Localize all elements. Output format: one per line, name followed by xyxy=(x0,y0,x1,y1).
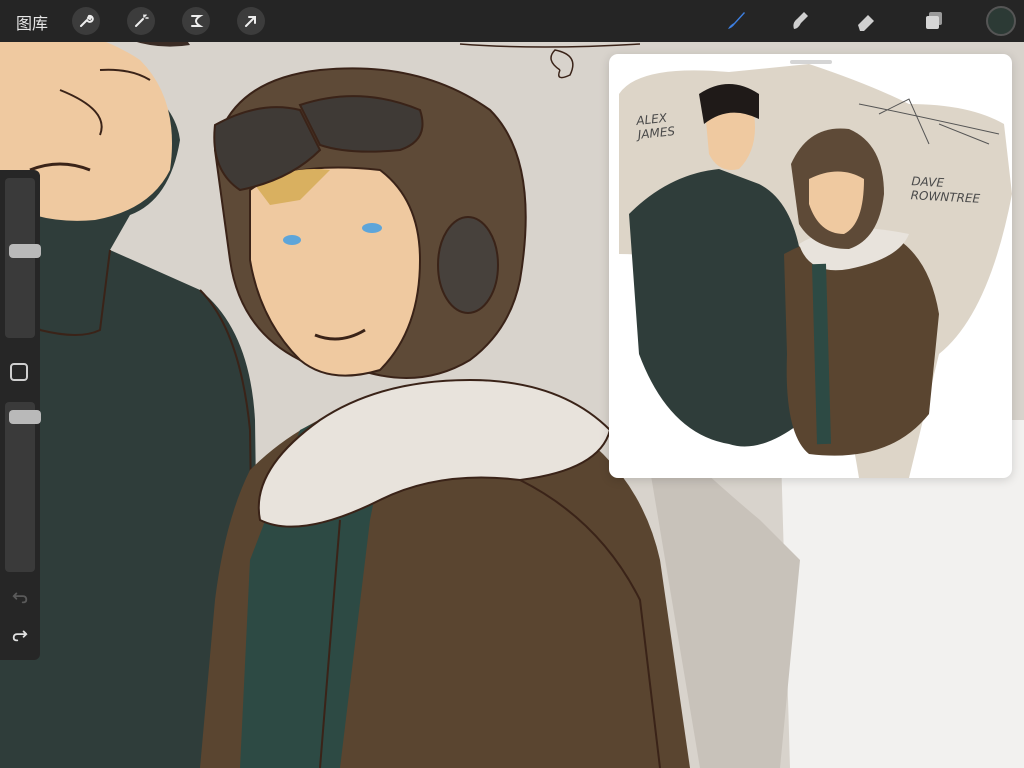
reference-label-right: DAVE ROWNTREE xyxy=(910,174,981,206)
left-sidebar xyxy=(0,170,41,660)
reference-label-left: ALEX JAMES xyxy=(635,110,676,142)
gallery-button[interactable]: 图库 xyxy=(16,10,48,34)
transform-arrow-icon[interactable] xyxy=(237,7,265,35)
undo-icon[interactable] xyxy=(9,586,31,608)
brush-size-thumb[interactable] xyxy=(9,243,41,258)
modify-square-icon[interactable] xyxy=(10,363,28,381)
opacity-thumb[interactable] xyxy=(9,409,41,424)
magic-wand-icon[interactable] xyxy=(127,7,155,35)
top-toolbar: 图库 xyxy=(0,0,1024,42)
color-picker-swatch[interactable] xyxy=(986,6,1016,36)
brush-size-slider[interactable] xyxy=(5,178,41,338)
brush-icon[interactable] xyxy=(722,7,750,35)
opacity-slider[interactable] xyxy=(5,402,41,572)
reference-window[interactable]: ALEX JAMES DAVE ROWNTREE xyxy=(609,54,1012,478)
redo-icon[interactable] xyxy=(9,624,31,646)
selection-icon[interactable] xyxy=(182,7,210,35)
wrench-icon[interactable] xyxy=(72,7,100,35)
smudge-icon[interactable] xyxy=(786,7,814,35)
layers-icon[interactable] xyxy=(920,7,948,35)
reference-drag-handle[interactable] xyxy=(790,60,832,64)
eraser-icon[interactable] xyxy=(852,7,880,35)
